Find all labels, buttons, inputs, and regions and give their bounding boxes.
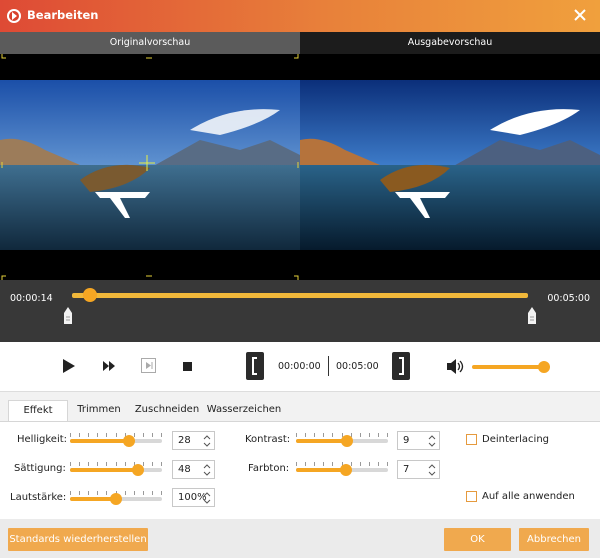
- play-icon[interactable]: [62, 358, 76, 374]
- timeline: 00:00:14 00:05:00: [0, 280, 600, 342]
- timeline-track[interactable]: [72, 293, 528, 298]
- edit-tabs: Effekt Trimmen Zuschneiden Wasserzeichen: [0, 392, 600, 422]
- trim-end-marker[interactable]: [528, 307, 536, 324]
- brightness-label: Helligkeit:: [17, 434, 68, 445]
- saturation-slider[interactable]: [70, 462, 162, 477]
- window-title: Bearbeiten: [27, 8, 99, 22]
- slider-knob[interactable]: [340, 464, 352, 476]
- volume-spinbox[interactable]: 100%: [172, 488, 215, 507]
- output-preview-label: Ausgabevorschau: [300, 32, 600, 54]
- slider-ticks: [70, 433, 162, 437]
- brightness-slider[interactable]: [70, 433, 162, 448]
- trim-start-marker[interactable]: [64, 307, 72, 324]
- spin-arrows-icon[interactable]: [203, 463, 211, 477]
- volume-slider-track[interactable]: [472, 365, 544, 369]
- slider-fill: [296, 439, 347, 443]
- slider-fill: [70, 468, 138, 472]
- video-preview-area: [0, 54, 600, 280]
- output-video-frame: [300, 80, 600, 250]
- volume-icon[interactable]: [447, 358, 466, 375]
- app-logo-icon: [7, 9, 21, 23]
- spin-arrows-icon[interactable]: [428, 463, 436, 477]
- volume-slider-knob[interactable]: [538, 361, 550, 373]
- hue-label: Farbton:: [248, 463, 290, 474]
- trim-start-bracket-icon[interactable]: [246, 352, 264, 380]
- reset-defaults-button[interactable]: Standards wiederherstellen: [8, 528, 148, 551]
- contrast-label: Kontrast:: [245, 434, 291, 445]
- tab-trimmen[interactable]: Trimmen: [74, 400, 124, 422]
- slider-knob[interactable]: [110, 493, 122, 505]
- original-preview-label: Originalvorschau: [0, 32, 300, 54]
- end-time: 00:05:00: [547, 293, 590, 304]
- playhead-handle[interactable]: [83, 288, 97, 302]
- fast-forward-icon[interactable]: [103, 361, 115, 371]
- tab-wasserzeichen[interactable]: Wasserzeichen: [206, 400, 282, 422]
- slider-ticks: [70, 462, 162, 466]
- brightness-spinbox[interactable]: 28: [172, 431, 215, 450]
- saturation-value: 48: [178, 464, 191, 475]
- next-frame-icon[interactable]: [141, 358, 156, 373]
- volume-label: Lautstärke:: [10, 492, 67, 503]
- current-time: 00:00:14: [10, 293, 53, 304]
- contrast-spinbox[interactable]: 9: [397, 431, 440, 450]
- spin-arrows-icon[interactable]: [428, 434, 436, 448]
- slider-knob[interactable]: [341, 435, 353, 447]
- hue-spinbox[interactable]: 7: [397, 460, 440, 479]
- title-bar: Bearbeiten: [0, 0, 600, 32]
- tab-zuschneiden[interactable]: Zuschneiden: [134, 400, 200, 422]
- trim-end-bracket-icon[interactable]: [392, 352, 410, 380]
- deinterlacing-checkbox[interactable]: [466, 434, 477, 445]
- cancel-button[interactable]: Abbrechen: [519, 528, 589, 551]
- spin-arrows-icon[interactable]: [203, 434, 211, 448]
- volume-effect-slider[interactable]: [70, 491, 162, 506]
- preview-header: Originalvorschau Ausgabevorschau: [0, 32, 600, 54]
- playback-controls: 00:00:00 00:05:00: [0, 342, 600, 392]
- saturation-spinbox[interactable]: 48: [172, 460, 215, 479]
- hue-value: 7: [403, 464, 410, 475]
- apply-all-checkbox[interactable]: [466, 491, 477, 502]
- contrast-slider[interactable]: [296, 433, 388, 448]
- saturation-label: Sättigung:: [14, 463, 66, 474]
- deinterlacing-label: Deinterlacing: [482, 434, 550, 445]
- contrast-value: 9: [403, 435, 410, 446]
- apply-all-label: Auf alle anwenden: [482, 491, 575, 502]
- slider-fill: [296, 468, 346, 472]
- slider-knob[interactable]: [132, 464, 144, 476]
- tab-effekt[interactable]: Effekt: [8, 400, 68, 422]
- stop-icon[interactable]: [183, 362, 192, 371]
- effect-panel: Helligkeit: 28 Sättigung: 48 Lautstärke:…: [0, 421, 600, 519]
- slider-fill: [70, 439, 129, 443]
- original-video-frame[interactable]: [0, 80, 300, 250]
- trim-end-time: 00:05:00: [336, 361, 379, 372]
- trim-start-time: 00:00:00: [278, 361, 321, 372]
- ok-button[interactable]: OK: [444, 528, 511, 551]
- timecode-separator: [328, 356, 329, 376]
- spin-arrows-icon[interactable]: [203, 491, 211, 505]
- close-icon[interactable]: [572, 7, 588, 23]
- footer-bar: Standards wiederherstellen OK Abbrechen: [0, 519, 600, 558]
- hue-slider[interactable]: [296, 462, 388, 477]
- brightness-value: 28: [178, 435, 191, 446]
- slider-knob[interactable]: [123, 435, 135, 447]
